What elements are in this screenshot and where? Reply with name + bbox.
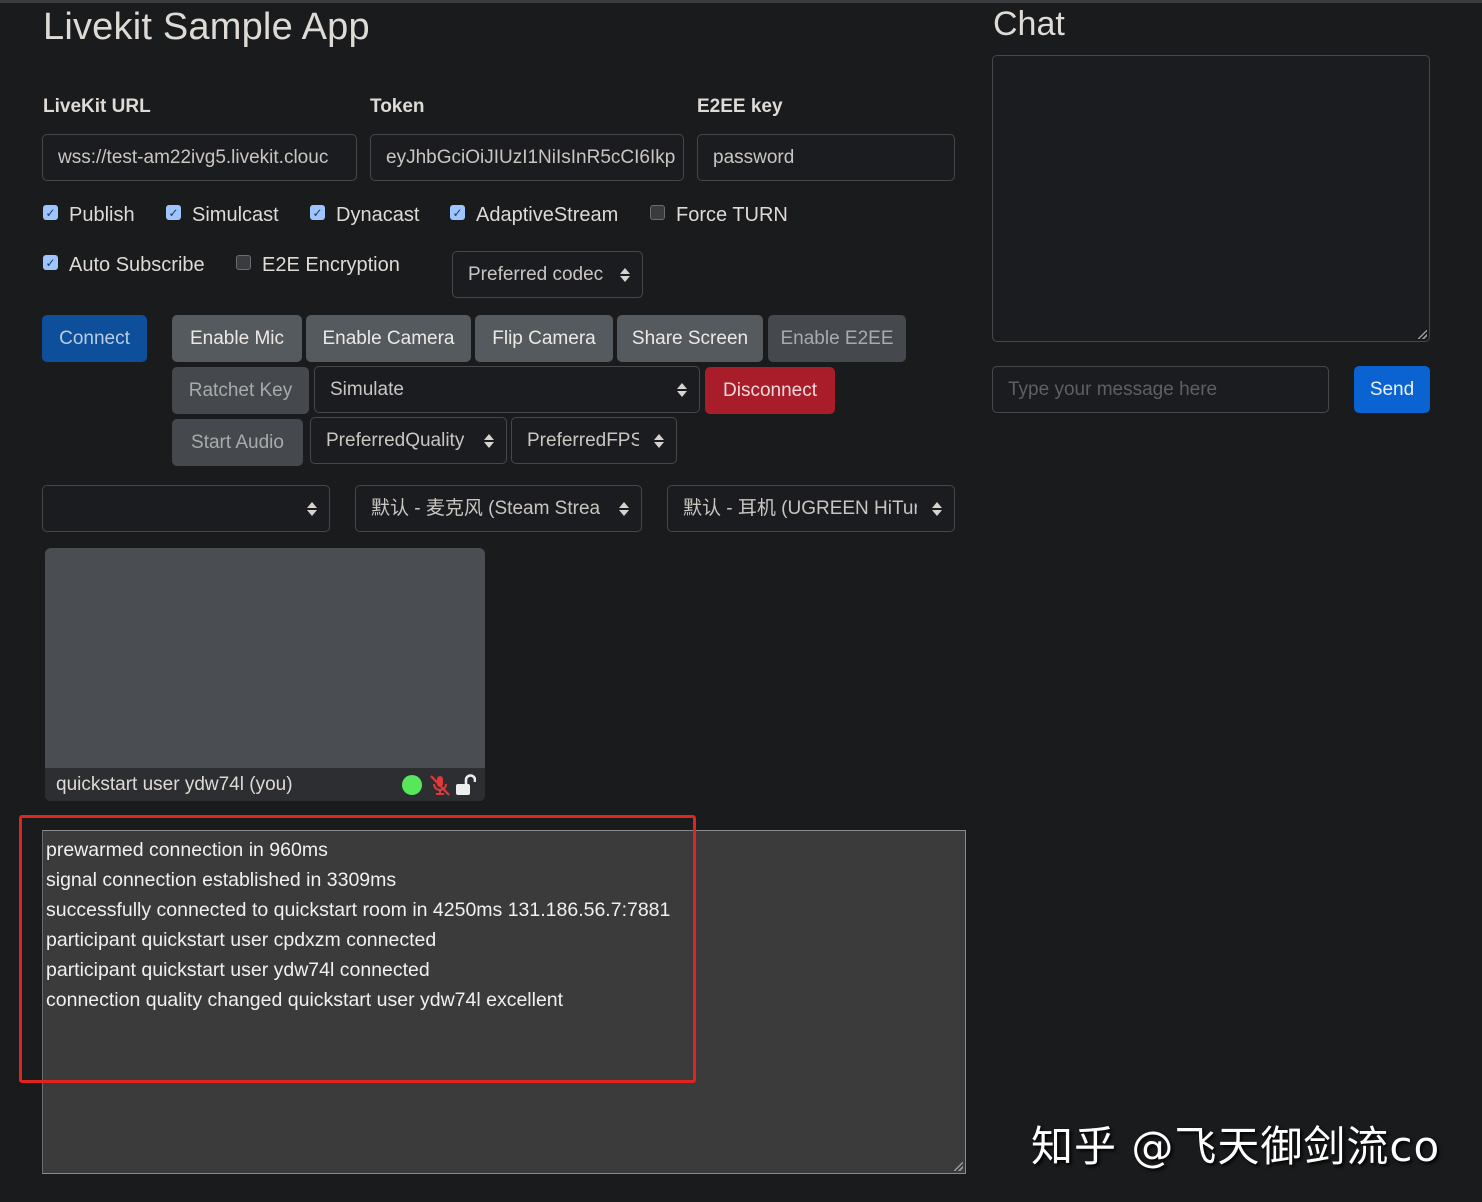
auto-subscribe-checkbox[interactable]: ✓ Auto Subscribe [43, 254, 205, 277]
select-caret-icon [484, 433, 494, 448]
checkbox-unchecked-icon [650, 205, 665, 220]
enable-e2ee-button[interactable]: Enable E2EE [768, 315, 906, 362]
dynacast-checkbox[interactable]: ✓ Dynacast [310, 204, 419, 227]
preferred-fps-value: PreferredFPS [527, 430, 639, 451]
dynacast-label: Dynacast [336, 204, 420, 226]
adaptive-stream-checkbox[interactable]: ✓ AdaptiveStream [450, 204, 618, 227]
e2ee-key-input[interactable]: password [697, 134, 955, 181]
e2e-encryption-label: E2E Encryption [262, 254, 400, 276]
audio-output-select[interactable]: 默认 - 耳机 (UGREEN HiTur [667, 485, 955, 532]
chat-messages[interactable] [992, 55, 1430, 342]
connect-button[interactable]: Connect [42, 315, 147, 362]
audio-input-value: 默认 - 麦克风 (Steam Strea [371, 498, 601, 519]
chat-resize-grip-icon[interactable] [1418, 330, 1427, 339]
log-line: signal connection established in 3309ms [46, 869, 397, 891]
mic-muted-icon [430, 774, 450, 796]
log-line: prewarmed connection in 960ms [46, 839, 328, 861]
log-line: participant quickstart user ydw74l conne… [46, 959, 430, 981]
e2e-encryption-checkbox[interactable]: E2E Encryption [236, 254, 400, 277]
ratchet-key-button[interactable]: Ratchet Key [172, 367, 309, 414]
token-label: Token [370, 96, 425, 117]
checkbox-checked-icon: ✓ [43, 205, 58, 220]
connection-quality-icon [402, 774, 422, 795]
select-caret-icon [654, 433, 664, 448]
checkbox-checked-icon: ✓ [43, 255, 58, 270]
checkbox-checked-icon: ✓ [450, 205, 465, 220]
start-audio-button[interactable]: Start Audio [172, 419, 303, 466]
participant-info-bar: quickstart user ydw74l (you) [45, 768, 485, 801]
page-title: Livekit Sample App [43, 6, 370, 48]
checkbox-unchecked-icon [236, 255, 251, 270]
livekit-url-label: LiveKit URL [43, 96, 151, 117]
token-input[interactable]: eyJhbGciOiJIUzI1NiIsInR5cCI6Ikp [370, 134, 684, 181]
checkbox-checked-icon: ✓ [310, 205, 325, 220]
video-device-select[interactable] [42, 485, 330, 532]
log-line: successfully connected to quickstart roo… [46, 899, 671, 921]
select-caret-icon [619, 501, 629, 516]
audio-output-value: 默认 - 耳机 (UGREEN HiTur [683, 498, 917, 519]
resize-grip-icon[interactable] [954, 1162, 963, 1171]
preferred-codec-value: Preferred codec [468, 264, 604, 285]
simulcast-checkbox[interactable]: ✓ Simulcast [166, 204, 279, 227]
enable-mic-button[interactable]: Enable Mic [172, 315, 302, 362]
log-line: participant quickstart user cpdxzm conne… [46, 929, 437, 951]
select-caret-icon [307, 501, 317, 516]
log-line: connection quality changed quickstart us… [46, 989, 564, 1011]
chat-title: Chat [993, 5, 1065, 43]
select-caret-icon [620, 267, 630, 282]
send-button[interactable]: Send [1354, 366, 1430, 413]
auto-subscribe-label: Auto Subscribe [69, 254, 205, 276]
event-log[interactable]: prewarmed connection in 960ms signal con… [42, 830, 966, 1174]
livekit-url-input[interactable]: wss://test-am22ivg5.livekit.clouc [42, 134, 357, 181]
chat-message-input[interactable] [992, 366, 1329, 413]
participant-name: quickstart user ydw74l (you) [56, 773, 293, 795]
simulcast-label: Simulcast [192, 204, 279, 226]
preferred-quality-value: PreferredQuality [326, 430, 465, 451]
force-turn-label: Force TURN [676, 204, 788, 226]
unlocked-icon [456, 773, 476, 795]
flip-camera-button[interactable]: Flip Camera [475, 315, 613, 362]
select-caret-icon [677, 382, 687, 397]
select-caret-icon [932, 501, 942, 516]
preferred-fps-select[interactable]: PreferredFPS [511, 417, 677, 464]
participant-video-tile: quickstart user ydw74l (you) [45, 548, 485, 801]
force-turn-checkbox[interactable]: Force TURN [650, 204, 788, 227]
adaptive-stream-label: AdaptiveStream [476, 204, 619, 226]
publish-checkbox[interactable]: ✓ Publish [43, 204, 135, 227]
simulate-select[interactable]: Simulate [314, 366, 700, 413]
simulate-value: Simulate [330, 379, 404, 400]
audio-input-select[interactable]: 默认 - 麦克风 (Steam Strea [355, 485, 642, 532]
enable-camera-button[interactable]: Enable Camera [306, 315, 471, 362]
publish-label: Publish [69, 204, 135, 226]
browser-top-edge [0, 0, 1482, 3]
e2ee-key-label: E2EE key [697, 96, 783, 117]
watermark: 知乎 @飞天御剑流co [1031, 1122, 1441, 1171]
share-screen-button[interactable]: Share Screen [617, 315, 763, 362]
preferred-codec-select[interactable]: Preferred codec [452, 251, 643, 298]
preferred-quality-select[interactable]: PreferredQuality [310, 417, 507, 464]
checkbox-checked-icon: ✓ [166, 205, 181, 220]
disconnect-button[interactable]: Disconnect [705, 367, 835, 414]
